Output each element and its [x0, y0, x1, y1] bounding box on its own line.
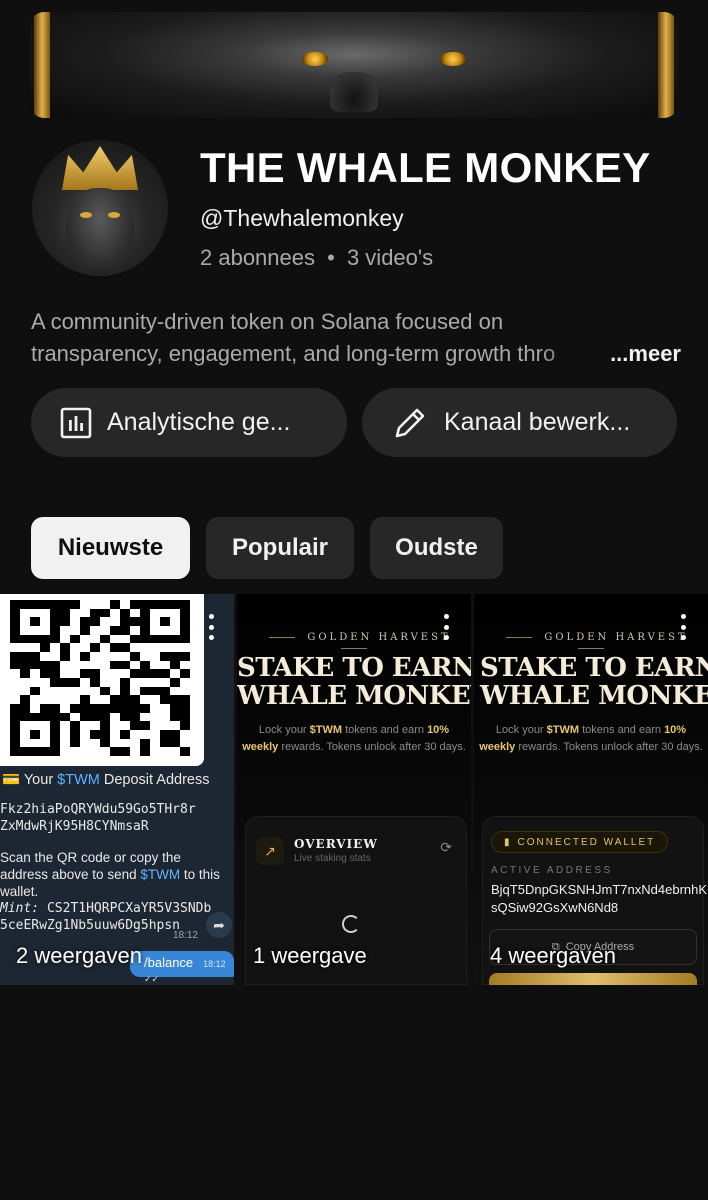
chip-oldest[interactable]: Oudste — [370, 517, 503, 579]
banner-eye-left — [302, 52, 328, 66]
description-line-1: A community-driven token on Solana focus… — [31, 309, 504, 334]
message-time: 18:12 — [172, 930, 198, 941]
video-grid: 💳 Your $TWM Deposit Address Fkz2hiaPoQRY… — [0, 594, 708, 985]
signal-icon: ▮ — [504, 836, 512, 848]
video-count: 3 video's — [346, 245, 434, 270]
channel-name: THE WHALE MONKEY — [200, 144, 651, 191]
view-count: 2 weergaven — [16, 943, 142, 968]
stake-description: Lock your $TWM tokens and earn 10% weekl… — [242, 724, 466, 753]
qr-code-image — [0, 594, 204, 766]
balance-command-bubble: /balance 18:12 ✓✓ — [130, 951, 234, 984]
video-thumbnail-1[interactable]: 💳 Your $TWM Deposit Address Fkz2hiaPoQRY… — [0, 594, 234, 985]
stats-separator: • — [327, 245, 335, 270]
view-count: 4 weergaven — [490, 943, 616, 968]
more-link[interactable]: ...meer — [606, 338, 681, 370]
analytics-button-label: Analytische ge... — [107, 408, 291, 436]
gold-action-bar — [489, 973, 697, 985]
stake-headline: STAKE TO EARN WHALE MONKEY — [237, 653, 471, 711]
golden-harvest-label: GOLDEN HARVEST — [474, 632, 708, 654]
refresh-icon: ⟳ — [440, 839, 452, 855]
banner-gold-frame-left — [34, 12, 50, 118]
chip-newest[interactable]: Nieuwste — [31, 517, 190, 579]
more-vert-icon[interactable] — [443, 614, 449, 640]
golden-harvest-label: GOLDEN HARVEST — [237, 632, 471, 654]
crown-icon — [62, 146, 138, 190]
stake-description: Lock your $TWM tokens and earn 10% weekl… — [479, 724, 703, 753]
channel-stats: 2 abonnees • 3 video's — [200, 245, 433, 271]
overview-subtitle: Live staking stats — [294, 853, 371, 864]
channel-avatar[interactable] — [32, 140, 168, 276]
subscriber-count: 2 abonnees — [200, 245, 315, 270]
pencil-icon — [395, 408, 425, 437]
connected-wallet-badge: ▮ CONNECTED WALLET — [491, 831, 669, 853]
wallet-icon: 💳 — [2, 772, 21, 788]
analytics-button[interactable]: Analytische ge... — [31, 388, 347, 457]
video-thumbnail-3[interactable]: GOLDEN HARVEST STAKE TO EARN WHALE MONKE… — [474, 594, 708, 985]
deposit-address: Fkz2hiaPoQRYWdu59Go5THr8r ZxMdwRjK95H8CY… — [0, 802, 196, 834]
banner-nose — [330, 72, 378, 112]
edit-channel-button[interactable]: Kanaal bewerk... — [362, 388, 677, 457]
channel-description[interactable]: A community-driven token on Solana focus… — [31, 306, 681, 370]
avatar-eye-right — [108, 212, 120, 218]
channel-banner — [30, 12, 678, 118]
telegram-message: 💳 Your $TWM Deposit Address Fkz2hiaPoQRY… — [0, 772, 232, 934]
deposit-instruction: Scan the QR code or copy the address abo… — [0, 850, 220, 899]
video-thumbnail-2[interactable]: GOLDEN HARVEST STAKE TO EARN WHALE MONKE… — [237, 594, 471, 985]
stake-headline: STAKE TO EARN WHALE MONKEY — [480, 653, 708, 711]
trend-icon: ↗ — [256, 837, 284, 865]
active-address: BjqT5DnpGKSNHJmT7nxNd4ebrnhKsQSiw92GsXwN… — [491, 882, 708, 915]
overview-title: OVERVIEW — [294, 837, 378, 851]
more-vert-icon[interactable] — [680, 614, 686, 640]
bar-chart-icon — [60, 407, 92, 438]
mint-address: Mint: CS2T1HQRPCXaYR5V3SNDb 5ceERwZg1Nb5… — [0, 901, 212, 933]
more-vert-icon[interactable] — [208, 614, 214, 640]
forward-icon: ➦ — [206, 912, 232, 938]
banner-gold-frame-right — [658, 12, 674, 118]
chip-popular[interactable]: Populair — [206, 517, 354, 579]
active-address-label: ACTIVE ADDRESS — [491, 865, 613, 876]
edit-channel-button-label: Kanaal bewerk... — [444, 408, 631, 436]
channel-handle: @Thewhalemonkey — [200, 205, 404, 231]
description-line-2: transparency, engagement, and long-term … — [31, 341, 556, 366]
view-count: 1 weergave — [253, 943, 367, 968]
banner-eye-right — [440, 52, 466, 66]
loading-spinner-icon — [342, 915, 360, 933]
avatar-eye-left — [80, 212, 92, 218]
deposit-title: 💳 Your $TWM Deposit Address — [2, 772, 210, 788]
gorilla-face — [66, 188, 134, 268]
